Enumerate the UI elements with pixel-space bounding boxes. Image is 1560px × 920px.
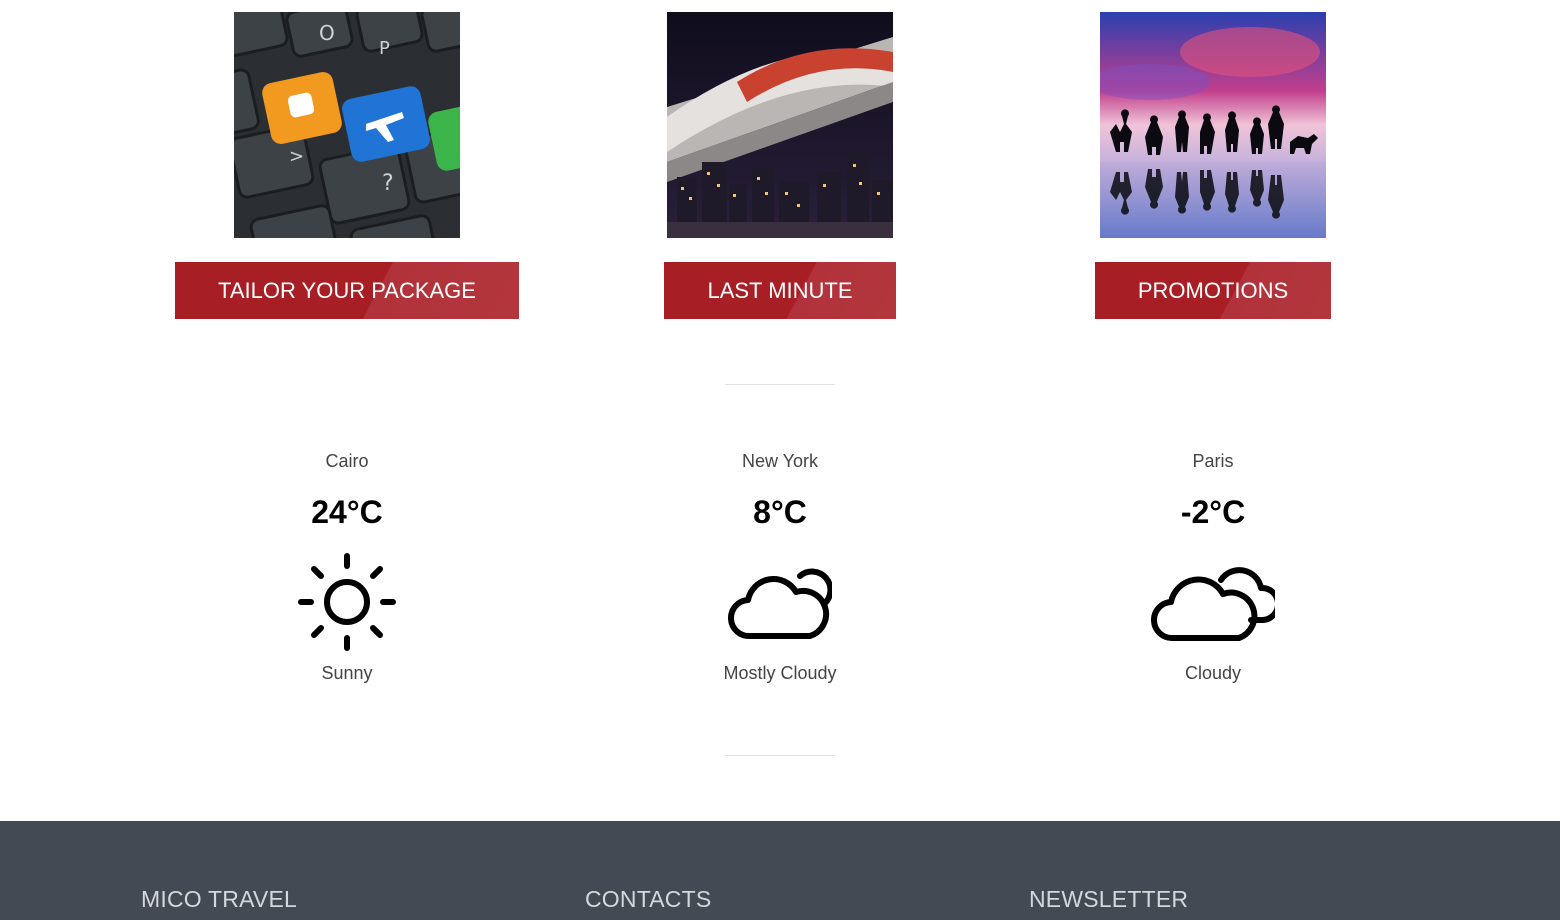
svg-text:O: O (319, 21, 335, 45)
footer: MICO TRAVEL CONTACTS NEWSLETTER (0, 821, 1560, 920)
footer-title-contacts: CONTACTS (585, 886, 712, 912)
beach-jumping-image[interactable] (1100, 12, 1326, 238)
package-card: O P > ? TAILOR YOUR PACKAGE (97, 12, 597, 319)
keyboard-travel-image[interactable]: O P > ? (234, 12, 460, 238)
svg-text:>: > (289, 146, 304, 167)
svg-text:P: P (379, 38, 390, 59)
mostly-cloudy-icon (660, 547, 900, 657)
temperature: 8°C (753, 494, 807, 530)
temperature: -2°C (1180, 494, 1246, 530)
sun-icon (227, 547, 467, 657)
tailor-package-button[interactable]: TAILOR YOUR PACKAGE (175, 262, 519, 319)
divider-bottom (725, 755, 835, 756)
promotions-card: PROMOTIONS (963, 12, 1463, 319)
city-name: New York (741, 451, 819, 471)
condition: Mostly Cloudy (723, 663, 837, 683)
promotions-button[interactable]: PROMOTIONS (1094, 262, 1332, 319)
cloudy-icon (1093, 547, 1333, 657)
svg-text:?: ? (382, 171, 394, 196)
monorail-night-image[interactable] (667, 12, 893, 238)
temperature: 24°C (311, 494, 383, 530)
weather-cairo: Cairo 24°C Sunny (227, 450, 467, 684)
condition: Cloudy (1184, 663, 1242, 683)
city-name: Paris (1192, 451, 1234, 471)
last-minute-card: LAST MINUTE (530, 12, 1030, 319)
divider-top (725, 384, 835, 385)
weather-paris: Paris -2°C Cloudy (1093, 450, 1333, 684)
footer-title-mico-travel: MICO TRAVEL (141, 886, 297, 912)
footer-title-newsletter: NEWSLETTER (1029, 886, 1189, 912)
condition: Sunny (321, 663, 373, 683)
weather-new-york: New York 8°C Mostly Cloudy (660, 450, 900, 684)
last-minute-button[interactable]: LAST MINUTE (664, 262, 896, 319)
city-name: Cairo (325, 451, 369, 471)
